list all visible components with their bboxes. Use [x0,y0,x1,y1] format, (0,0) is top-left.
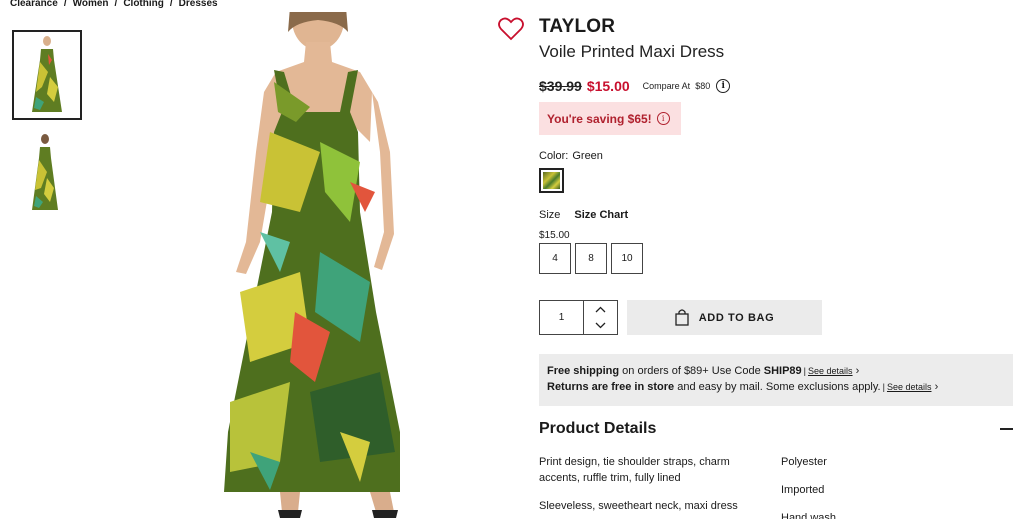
sale-price: $15.00 [586,78,630,94]
price-row: $39.99 $15.00 Compare At $80 i [539,78,731,94]
color-label: Color: Green [539,150,603,162]
product-main-image [200,0,430,519]
chevron-up-icon[interactable] [584,301,617,318]
shipping-info: Free shipping on orders of $89+ Use Code… [539,354,1013,406]
savings-text: You're saving $65! [547,111,652,126]
shopping-bag-icon [675,309,689,326]
see-details-link[interactable]: See details [804,366,853,376]
chevron-down-icon[interactable] [584,318,617,335]
compare-value: $80 [695,81,711,91]
thumbnail-front[interactable] [12,30,82,120]
size-chart-link[interactable]: Size Chart [574,209,628,221]
thumbnail-back[interactable] [12,130,82,220]
size-row: Size Size Chart [539,209,628,221]
size-price: $15.00 [539,230,570,241]
info-icon[interactable]: i [656,112,670,125]
dress-model-image [224,0,400,518]
color-value: Green [572,150,603,162]
breadcrumb-separator: / [63,0,67,9]
returns-text: and easy by mail. Some exclusions apply. [674,381,881,393]
swatch-pattern [543,172,560,189]
see-details-link[interactable]: See details [883,382,932,392]
breadcrumb: Clearance / Women / Clothing / Dresses [10,0,218,9]
add-to-bag-label: ADD TO BAG [698,311,775,324]
product-details-heading[interactable]: Product Details [539,420,656,438]
breadcrumb-dresses[interactable]: Dresses [179,0,218,9]
breadcrumb-clothing[interactable]: Clothing [123,0,164,9]
spec-item: Imported [781,484,825,496]
original-price: $39.99 [539,78,582,94]
free-shipping-text: on orders of $89+ Use Code [619,365,764,377]
spec-item: Polyester [781,456,827,468]
add-to-bag-button[interactable]: ADD TO BAG [627,300,822,335]
detail-item: Print design, tie shoulder straps, charm… [539,456,730,484]
quantity-input[interactable]: 1 [540,301,584,334]
chevron-right-icon: › [855,365,860,377]
detail-item: Sleeveless, sweetheart neck, maxi dress [539,500,738,512]
returns-line: Returns are free in store and easy by ma… [547,379,1005,395]
collapse-icon[interactable] [1000,428,1013,430]
heart-icon[interactable] [498,17,524,41]
info-icon[interactable]: i [716,79,731,93]
promo-code: SHIP89 [763,365,802,377]
breadcrumb-clearance[interactable]: Clearance [10,0,58,9]
size-label: Size [539,209,561,221]
chevron-right-icon: › [934,381,939,393]
quantity-stepper: 1 [539,300,618,335]
returns-label: Returns are free in store [547,381,675,393]
product-title: Voile Printed Maxi Dress [539,42,725,61]
breadcrumb-separator: / [169,0,173,9]
product-details-description: Print design, tie shoulder straps, charm… [539,454,749,519]
color-label-text: Color: [539,150,569,162]
size-option-10[interactable]: 10 [611,243,643,274]
breadcrumb-separator: / [114,0,118,9]
savings-badge: You're saving $65! i [539,102,681,135]
spec-item: Hand wash [781,512,837,519]
compare-label: Compare At [642,81,691,91]
breadcrumb-women[interactable]: Women [73,0,109,9]
dress-thumbnail-front-image [32,36,62,112]
product-brand[interactable]: TAYLOR [539,16,615,38]
quantity-arrows [584,301,617,334]
size-option-4[interactable]: 4 [539,243,571,274]
color-swatch-green[interactable] [539,168,564,193]
free-shipping-label: Free shipping [547,365,620,377]
shipping-line: Free shipping on orders of $89+ Use Code… [547,363,1005,379]
product-details-specs: Polyester Imported Hand wash [781,454,836,519]
size-option-8[interactable]: 8 [575,243,607,274]
dress-thumbnail-back-image [32,134,58,210]
